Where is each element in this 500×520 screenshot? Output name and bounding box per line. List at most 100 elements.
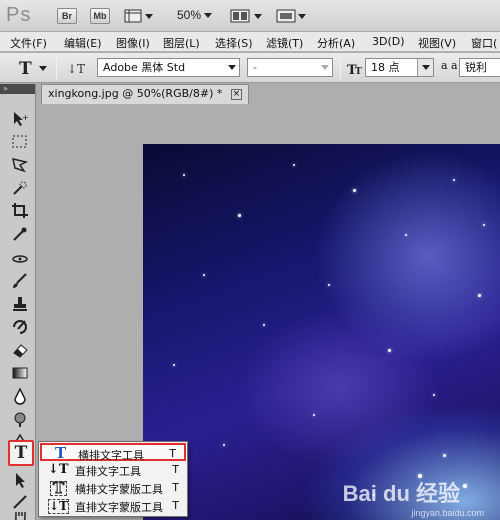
menu-edit[interactable]: 编辑(E) — [64, 35, 102, 51]
history-brush-icon — [13, 320, 27, 334]
options-bar: T ↓T Adobe 黑体 Std - T T 18 点 a a 锐利 — [0, 53, 500, 83]
clone-stamp-icon — [13, 297, 27, 311]
svg-text:↓T: ↓T — [67, 62, 85, 76]
marquee-tool[interactable] — [8, 131, 32, 153]
menu-window[interactable]: 窗口( — [471, 35, 497, 51]
lasso-tool-icon — [12, 158, 29, 173]
vertical-type-tool-item[interactable]: ↓T 直排文字工具 T — [39, 461, 187, 479]
clone-stamp-tool[interactable] — [8, 293, 32, 315]
close-icon[interactable]: × — [230, 88, 242, 100]
svg-text:T: T — [355, 67, 362, 77]
dodge-tool[interactable] — [8, 408, 32, 430]
horizontal-type-mask-icon: T — [50, 480, 68, 496]
vertical-type-mask-tool-item[interactable]: ↓T 直排文字蒙版工具 T — [39, 497, 187, 515]
menu-image[interactable]: 图像(I) — [116, 35, 150, 51]
horizontal-type-mask-tool-item[interactable]: T 横排文字蒙版工具 T — [39, 479, 187, 497]
gradient-tool[interactable] — [8, 362, 32, 384]
move-tool[interactable]: + — [8, 108, 32, 130]
hand-tool[interactable] — [8, 512, 32, 520]
eraser-tool[interactable] — [8, 339, 32, 361]
zoom-level-menu[interactable]: 50% — [177, 8, 213, 22]
shortcut-key: T — [169, 447, 176, 460]
baidu-watermark: Bai du 经验 — [342, 481, 460, 506]
move-tool-icon: + — [14, 112, 29, 126]
chevron-down-icon — [321, 65, 329, 70]
horizontal-type-tool-item[interactable]: T 横排文字工具 T — [40, 443, 186, 462]
anti-alias-label: a a — [441, 59, 458, 72]
type-tool-flyout: T 横排文字工具 T ↓T 直排文字工具 T T 横排文字蒙版工具 T ↓T 直… — [38, 441, 188, 517]
tools-panel-header[interactable]: » — [0, 84, 35, 94]
photoshop-logo: Ps — [6, 4, 32, 26]
chevron-down-icon — [228, 65, 236, 70]
eraser-icon — [13, 344, 28, 358]
brush-icon — [13, 273, 27, 288]
separator — [340, 57, 341, 79]
flyout-item-label: 直排文字工具 — [75, 465, 141, 478]
image-canvas[interactable]: Bai du 经验 jingyan.baidu.com — [143, 144, 500, 520]
path-selection-icon — [16, 473, 25, 488]
chevron-down-icon — [204, 13, 213, 19]
healing-brush-tool[interactable] — [8, 248, 32, 270]
dodge-icon — [14, 412, 26, 427]
menu-select[interactable]: 选择(S) — [215, 35, 253, 51]
menu-file[interactable]: 文件(F) — [10, 35, 47, 51]
magic-wand-icon — [13, 181, 27, 195]
screen-mode-icon — [276, 9, 306, 23]
gradient-icon — [12, 367, 28, 379]
document-tab-title: xingkong.jpg @ 50%(RGB/8#) * — [48, 87, 223, 100]
svg-text:+: + — [22, 113, 29, 122]
menu-layer[interactable]: 图层(L) — [163, 35, 200, 51]
healing-brush-icon — [12, 255, 28, 263]
line-tool[interactable] — [8, 491, 32, 513]
font-size-icon-label: T T — [346, 58, 366, 81]
separator — [56, 57, 57, 79]
application-bar: Ps Br Mb 50% — [0, 0, 500, 32]
document-tab[interactable]: xingkong.jpg @ 50%(RGB/8#) * × — [41, 84, 249, 104]
shortcut-key: T — [172, 481, 179, 494]
anti-alias-value: 锐利 — [465, 61, 487, 74]
type-tool-icon: T — [14, 443, 28, 463]
crop-tool[interactable] — [8, 200, 32, 222]
path-selection-tool[interactable] — [8, 469, 32, 491]
font-size-dropdown-button[interactable] — [417, 59, 433, 76]
quick-selection-tool[interactable] — [8, 177, 32, 199]
anti-alias-select[interactable]: 锐利 — [459, 58, 500, 77]
text-orientation-icon: ↓T — [67, 62, 85, 76]
orientation-toggle-button[interactable]: ↓T — [65, 58, 85, 81]
arrange-documents-button[interactable] — [230, 8, 264, 24]
lasso-tool[interactable] — [8, 154, 32, 176]
screen-mode-button[interactable] — [276, 8, 308, 24]
svg-text:T: T — [19, 59, 32, 79]
blur-tool[interactable] — [8, 385, 32, 407]
font-size-select[interactable]: 18 点 — [365, 58, 434, 77]
font-size-icon: T T — [347, 63, 362, 78]
menu-3d[interactable]: 3D(D) — [372, 35, 405, 48]
shortcut-key: T — [172, 499, 179, 512]
menu-view[interactable]: 视图(V) — [418, 35, 456, 51]
mini-bridge-button[interactable]: Mb — [90, 8, 110, 24]
zoom-level: 50% — [177, 8, 202, 22]
menu-analysis[interactable]: 分析(A) — [317, 35, 355, 51]
view-extras-button[interactable] — [124, 8, 154, 24]
history-brush-tool[interactable] — [8, 316, 32, 338]
chevron-down-icon — [422, 65, 430, 70]
font-style-value: - — [253, 61, 257, 74]
bridge-button[interactable]: Br — [57, 8, 77, 24]
brush-tool[interactable] — [8, 270, 32, 292]
flyout-item-label: 直排文字蒙版工具 — [75, 501, 163, 514]
menu-filter[interactable]: 滤镜(T) — [266, 35, 303, 51]
tool-preset-picker[interactable]: T — [9, 57, 51, 82]
collapse-panel-icon: » — [3, 84, 8, 93]
menu-bar: 文件(F) 编辑(E) 图像(I) 图层(L) 选择(S) 滤镜(T) 分析(A… — [0, 32, 500, 52]
crop-tool-icon — [12, 203, 28, 218]
font-family-value: Adobe 黑体 Std — [103, 61, 186, 74]
type-tool[interactable]: T — [8, 440, 34, 466]
eyedropper-tool[interactable] — [8, 223, 32, 245]
view-extras-icon — [124, 9, 153, 23]
eyedropper-icon — [13, 227, 27, 241]
font-style-select[interactable]: - — [247, 58, 333, 77]
font-family-select[interactable]: Adobe 黑体 Std — [97, 58, 240, 77]
vertical-type-icon: ↓T — [48, 462, 69, 477]
font-size-value: 18 点 — [371, 61, 400, 74]
hand-icon — [15, 512, 26, 520]
